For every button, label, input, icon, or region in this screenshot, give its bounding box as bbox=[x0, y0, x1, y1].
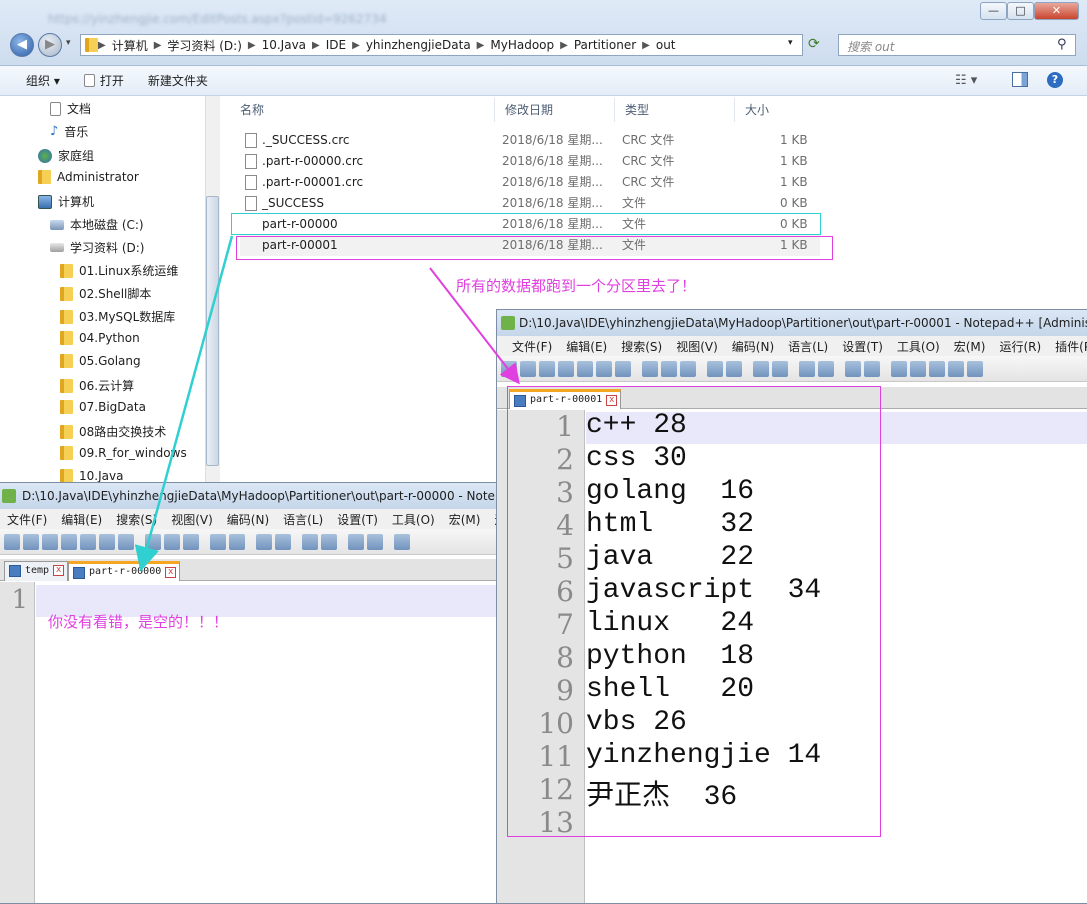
arrow-cyan bbox=[134, 235, 234, 572]
arrow-magenta bbox=[429, 267, 520, 385]
annotation-arrows bbox=[134, 235, 520, 572]
